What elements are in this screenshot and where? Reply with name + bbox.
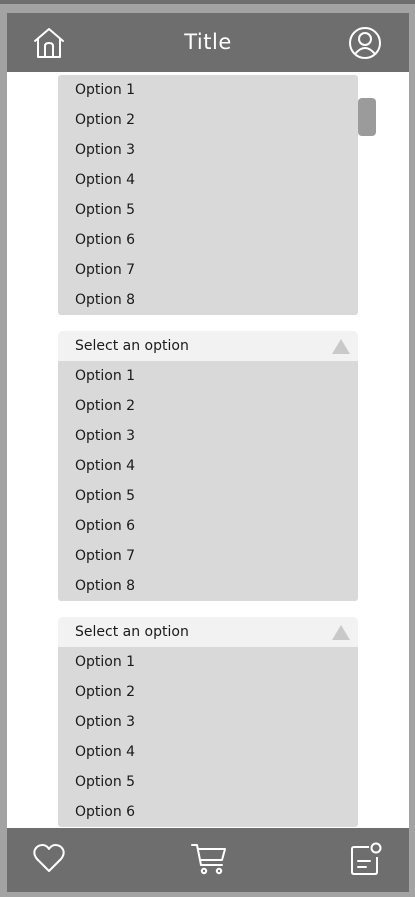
dropdown-option[interactable]: Option 5 <box>58 195 358 225</box>
dropdown-option[interactable]: Option 6 <box>58 797 358 827</box>
phone-frame: Title Option 1 Option 2 Option 3 Option … <box>7 13 409 892</box>
dropdown-option[interactable]: Option 1 <box>58 647 358 677</box>
dropdown-options: Option 1 Option 2 Option 3 Option 4 Opti… <box>58 75 358 315</box>
dropdown-1: Option 1 Option 2 Option 3 Option 4 Opti… <box>58 75 358 315</box>
cart-icon[interactable] <box>191 842 227 876</box>
caret-up-icon <box>332 625 350 640</box>
dropdown-option[interactable]: Option 3 <box>58 421 358 451</box>
dropdown-option[interactable]: Option 5 <box>58 767 358 797</box>
app-header: Title <box>7 13 409 72</box>
dropdown-option[interactable]: Option 2 <box>58 105 358 135</box>
dropdown-option[interactable]: Option 3 <box>58 135 358 165</box>
dropdown-option[interactable]: Option 1 <box>58 361 358 391</box>
top-edge-line <box>0 0 415 4</box>
dropdown-option[interactable]: Option 6 <box>58 511 358 541</box>
dropdown-option[interactable]: Option 8 <box>58 285 358 315</box>
dropdown-2: Select an option Option 1 Option 2 Optio… <box>58 331 358 601</box>
dropdown-options: Option 1 Option 2 Option 3 Option 4 Opti… <box>58 361 358 601</box>
select-placeholder: Select an option <box>75 338 189 354</box>
scrollbar-thumb[interactable] <box>358 98 376 136</box>
dropdown-option[interactable]: Option 3 <box>58 707 358 737</box>
notes-icon[interactable] <box>350 842 382 876</box>
dropdown-option[interactable]: Option 4 <box>58 165 358 195</box>
dropdown-option[interactable]: Option 7 <box>58 255 358 285</box>
dropdown-option[interactable]: Option 4 <box>58 737 358 767</box>
heart-icon[interactable] <box>32 842 66 874</box>
dropdown-option[interactable]: Option 2 <box>58 677 358 707</box>
dropdown-option[interactable]: Option 6 <box>58 225 358 255</box>
main-content[interactable]: Option 1 Option 2 Option 3 Option 4 Opti… <box>7 72 409 828</box>
select-placeholder: Select an option <box>75 624 189 640</box>
dropdown-3: Select an option Option 1 Option 2 Optio… <box>58 617 358 827</box>
caret-up-icon <box>332 339 350 354</box>
select-trigger[interactable]: Select an option <box>58 331 358 361</box>
bottom-nav <box>7 828 409 892</box>
dropdown-option[interactable]: Option 8 <box>58 571 358 601</box>
select-trigger[interactable]: Select an option <box>58 617 358 647</box>
user-profile-icon[interactable] <box>348 26 382 60</box>
dropdown-option[interactable]: Option 1 <box>58 75 358 105</box>
dropdown-options: Option 1 Option 2 Option 3 Option 4 Opti… <box>58 647 358 827</box>
dropdown-option[interactable]: Option 7 <box>58 541 358 571</box>
dropdown-option[interactable]: Option 5 <box>58 481 358 511</box>
dropdown-option[interactable]: Option 2 <box>58 391 358 421</box>
dropdown-option[interactable]: Option 4 <box>58 451 358 481</box>
